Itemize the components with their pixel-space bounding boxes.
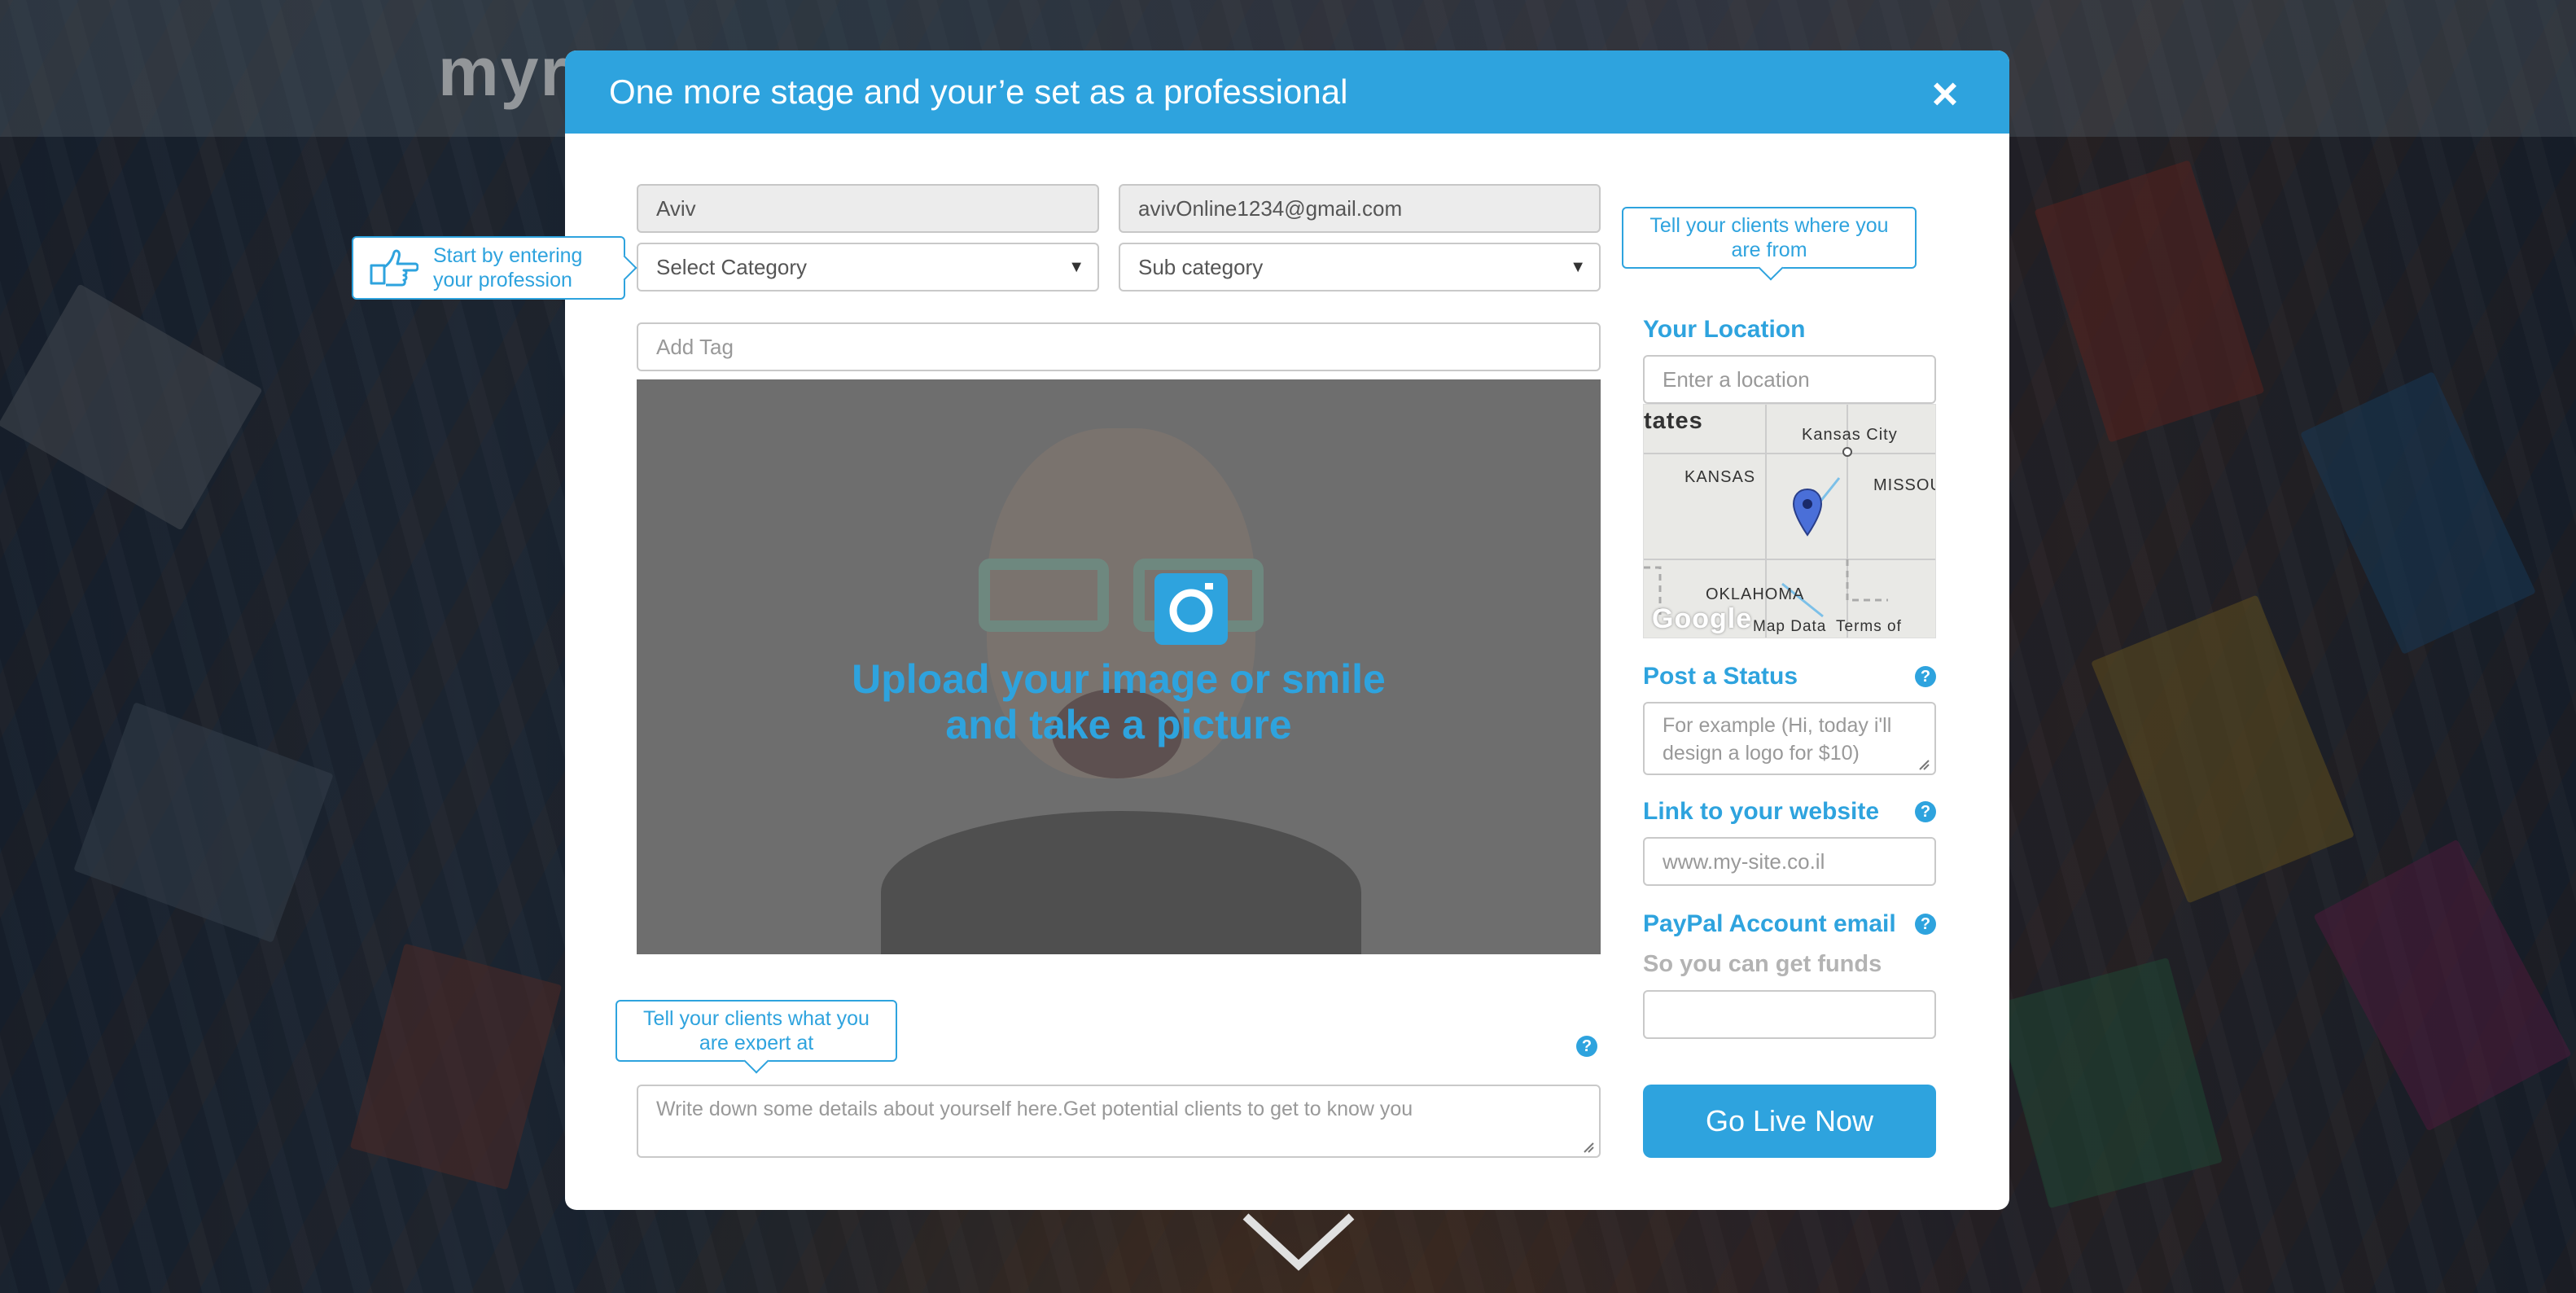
status-textarea[interactable]: For example (Hi, today i'll design a log…: [1643, 702, 1936, 775]
caret-down-icon: ▼: [1570, 257, 1586, 276]
terms-link[interactable]: Terms of Use: [1836, 618, 1935, 638]
paypal-email-input[interactable]: [1643, 990, 1936, 1039]
map-data-link[interactable]: Map Data: [1753, 618, 1826, 636]
paypal-sublabel: So you can get funds: [1643, 951, 1882, 977]
map-label-kansas-city: Kansas City: [1802, 426, 1898, 444]
expert-tooltip: Tell your clients what you are expert at: [616, 1000, 897, 1074]
camera-icon[interactable]: [1154, 573, 1228, 645]
upload-line-1: Upload your image or smile: [852, 656, 1386, 702]
tag-placeholder: Add Tag: [656, 334, 734, 359]
close-icon[interactable]: ×: [1925, 71, 1965, 116]
name-field[interactable]: Aviv: [637, 184, 1099, 233]
subcategory-value: Sub category: [1138, 254, 1264, 279]
bg-poster: [349, 943, 563, 1190]
location-map[interactable]: tates Kansas City KANSAS MISSOU OKLAHOMA…: [1643, 404, 1936, 638]
map-label-states: tates: [1644, 408, 1703, 434]
website-input[interactable]: www.my-site.co.il: [1643, 837, 1936, 886]
resize-handle-icon[interactable]: [1918, 759, 1930, 770]
location-tooltip: Tell your clients where you are from: [1622, 207, 1917, 281]
tag-input[interactable]: Add Tag: [637, 322, 1601, 371]
profession-tooltip: Start by entering your profession: [352, 236, 637, 300]
location-tooltip-line-1: Tell your clients where you: [1649, 214, 1889, 237]
location-label: Your Location: [1643, 316, 1806, 343]
help-icon[interactable]: ?: [1915, 914, 1936, 935]
category-select[interactable]: Select Category ▼: [637, 243, 1099, 291]
location-placeholder: Enter a location: [1663, 366, 1810, 392]
profession-tooltip-line-1: Start by entering: [433, 244, 583, 267]
location-input[interactable]: Enter a location: [1643, 355, 1936, 404]
status-label: Post a Status: [1643, 663, 1798, 690]
bg-poster: [2300, 371, 2536, 655]
website-label: Link to your website: [1643, 798, 1880, 825]
paypal-label: PayPal Account email: [1643, 910, 1896, 937]
modal-title: One more stage and your’e set as a profe…: [609, 72, 1348, 111]
help-icon[interactable]: ?: [1915, 801, 1936, 822]
bg-poster: [2034, 160, 2265, 443]
map-label-oklahoma: OKLAHOMA: [1706, 585, 1805, 603]
google-logo: Google: [1652, 603, 1753, 634]
bg-poster: [2091, 594, 2355, 904]
bg-poster: [73, 702, 334, 943]
profession-tooltip-line-2: your profession: [433, 269, 572, 291]
map-pin-icon[interactable]: [1792, 488, 1823, 537]
modal-header: One more stage and your’e set as a profe…: [565, 50, 2009, 134]
status-placeholder: For example (Hi, today i'll design a log…: [1663, 714, 1892, 765]
website-placeholder: www.my-site.co.il: [1663, 848, 1825, 874]
map-label-missouri: MISSOU: [1873, 476, 1936, 494]
upload-prompt[interactable]: Upload your image or smile and take a pi…: [637, 656, 1601, 747]
caret-down-icon: ▼: [1068, 257, 1084, 276]
go-live-modal: One more stage and your’e set as a profe…: [565, 50, 2009, 1210]
bg-poster: [1995, 957, 2223, 1209]
image-upload-area[interactable]: Upload your image or smile and take a pi…: [637, 379, 1601, 954]
chevron-down-icon[interactable]: [1238, 1208, 1360, 1282]
expert-tooltip-line-1: Tell your clients what you: [643, 1007, 870, 1030]
about-placeholder: Write down some details about yourself h…: [656, 1098, 1413, 1120]
bg-poster: [2313, 839, 2572, 1132]
email-value: avivOnline1234@gmail.com: [1138, 195, 1403, 221]
go-live-button[interactable]: Go Live Now: [1643, 1085, 1936, 1158]
category-value: Select Category: [656, 254, 807, 279]
about-textarea[interactable]: Write down some details about yourself h…: [637, 1085, 1601, 1158]
help-icon[interactable]: ?: [1576, 1036, 1597, 1057]
name-value: Aviv: [656, 195, 696, 221]
help-icon[interactable]: ?: [1915, 666, 1936, 687]
upload-line-2: and take a picture: [945, 702, 1292, 747]
subcategory-select[interactable]: Sub category ▼: [1119, 243, 1601, 291]
resize-handle-icon[interactable]: [1583, 1142, 1594, 1153]
map-label-kansas: KANSAS: [1684, 468, 1756, 486]
email-field[interactable]: avivOnline1234@gmail.com: [1119, 184, 1601, 233]
pointing-hand-icon: [370, 249, 418, 287]
bg-poster: [0, 283, 263, 531]
